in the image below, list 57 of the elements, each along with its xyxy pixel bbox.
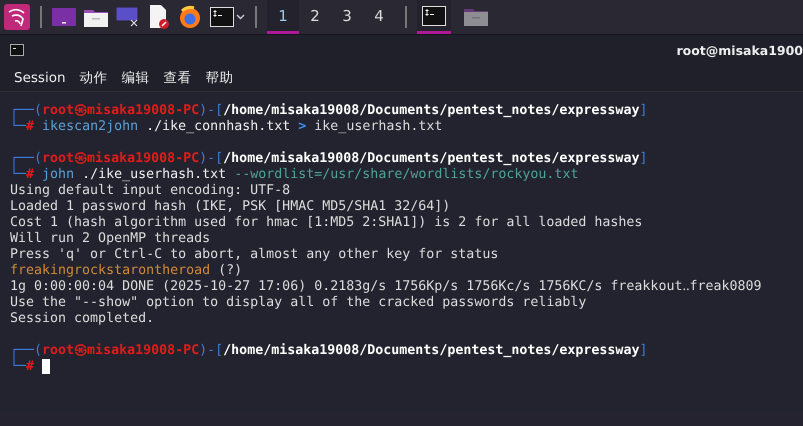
output-line: Use the "--show" option to display all of the cracked passwords reliably xyxy=(10,295,586,311)
menu-item[interactable]: 动作 xyxy=(80,69,108,87)
prompt-bracket: ] xyxy=(639,103,648,119)
command-token: ikescan2john xyxy=(42,119,138,135)
command-token: > xyxy=(298,119,306,135)
terminal-icon[interactable] xyxy=(422,6,446,26)
workspace-tab[interactable]: 4 xyxy=(363,0,395,34)
prompt-symbol: # xyxy=(26,359,34,375)
prompt-frame: └─ xyxy=(10,359,26,375)
output-line: Will run 2 OpenMP threads xyxy=(10,231,210,247)
prompt-user: root㉿misaka19008-PC xyxy=(42,151,200,167)
output-line: Cost 1 (hash algorithm used for hmac [1:MD5 2:SHA1]) is 2 for all loaded hashes xyxy=(10,215,642,231)
output-line: 1g 0:00:00:04 DONE (2025-10-27 17:06) 0.2183g/s 1756Kp/s 1756Kc/s 1756KC/s freakkout‥freak0809 xyxy=(10,279,762,295)
workspace-tab[interactable]: 1 xyxy=(267,0,299,34)
command-token: ./ike_connhash.txt xyxy=(146,119,290,135)
window-title: root@misaka1900 xyxy=(676,42,803,58)
prompt-path: /home/misaka19008/Documents/pentest_notes/expressway xyxy=(223,103,640,119)
prompt-frame: ┌──( xyxy=(10,151,42,167)
output-line: Loaded 1 password hash (IKE, PSK [HMAC MD5/SHA1 32/64]) xyxy=(10,199,450,215)
prompt-frame: └─ xyxy=(10,119,26,135)
command-token: ./ike_userhash.txt xyxy=(82,167,226,183)
prompt-symbol: # xyxy=(26,119,34,135)
prompt-frame: ┌──( xyxy=(10,343,42,359)
output-line: Session completed. xyxy=(10,311,154,327)
output-line: Using default input encoding: UTF-8 xyxy=(10,183,290,199)
menu-item[interactable]: 帮助 xyxy=(206,69,234,87)
menu-item[interactable]: 编辑 xyxy=(122,69,150,87)
prompt-separator: )-[ xyxy=(199,151,224,167)
cracked-password: freakingrockstarontheroad xyxy=(10,263,210,279)
prompt-frame: ┌──( xyxy=(10,103,42,119)
monitor-icon[interactable] xyxy=(116,7,140,27)
workspace-tab[interactable]: 2 xyxy=(299,0,331,34)
prompt-separator: )-[ xyxy=(199,343,224,359)
menu-item[interactable]: 查看 xyxy=(164,69,192,87)
prompt-bracket: ] xyxy=(639,343,648,359)
folder-icon[interactable] xyxy=(84,7,108,27)
dropdown-caret-icon[interactable] xyxy=(236,14,245,20)
password-label: (?) xyxy=(218,263,242,279)
prompt-frame: └─ xyxy=(10,167,26,183)
taskbar-task[interactable] xyxy=(417,0,451,34)
prompt-user: root㉿misaka19008-PC xyxy=(42,343,200,359)
fox-globe-icon[interactable] xyxy=(178,5,202,29)
prompt-symbol: # xyxy=(26,167,34,183)
prompt-user: root㉿misaka19008-PC xyxy=(42,103,200,119)
document-icon[interactable] xyxy=(148,5,170,29)
menu-item[interactable]: Session xyxy=(14,70,66,86)
command-token: ike_userhash.txt xyxy=(314,119,442,135)
output-line: Press 'q' or Ctrl-C to abort, almost any other key for status xyxy=(10,247,498,263)
command-token: john xyxy=(42,167,74,183)
prompt-path: /home/misaka19008/Documents/pentest_notes/expressway xyxy=(223,343,640,359)
prompt-path: /home/misaka19008/Documents/pentest_notes/expressway xyxy=(223,151,640,167)
prompt-separator: )-[ xyxy=(199,103,224,119)
terminal-icon xyxy=(10,44,24,56)
workspace-tab[interactable]: 3 xyxy=(331,0,363,34)
command-token: --wordlist=/usr/share/wordlists/rockyou.txt xyxy=(234,167,578,183)
terminal-icon[interactable] xyxy=(210,7,234,27)
prompt-bracket: ] xyxy=(639,151,648,167)
